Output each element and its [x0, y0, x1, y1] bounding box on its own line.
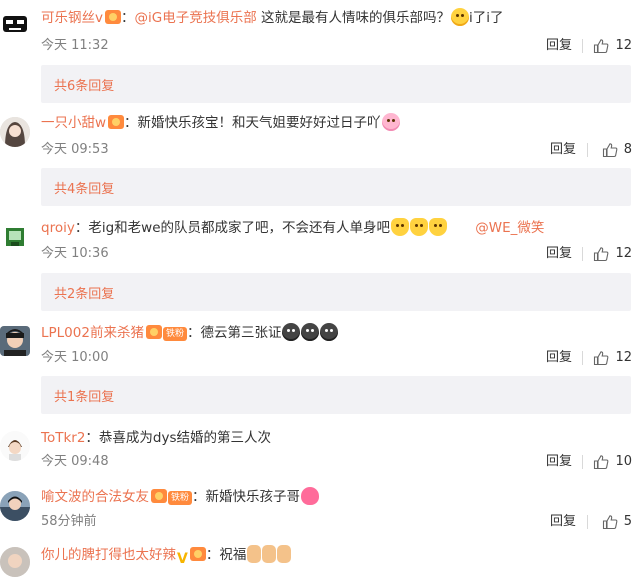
timestamp: 今天 11:32	[41, 38, 109, 53]
comment-text: 祝福	[219, 547, 247, 563]
comment-line: LPL002前来杀猪 铁粉 ：德云第三张证	[41, 323, 339, 343]
vip-badge-icon	[151, 489, 167, 503]
comment-line: 喻文波的合法女友 铁粉 ：新婚快乐孩子哥	[41, 487, 320, 507]
avatar[interactable]	[0, 10, 30, 40]
more-replies-link[interactable]: 共1条回复	[54, 386, 114, 405]
emoji-icon	[282, 323, 301, 341]
like-count: 8	[623, 142, 632, 157]
username[interactable]: 一只小甜w	[41, 115, 106, 131]
mention-link[interactable]: @WE_微笑	[475, 220, 544, 236]
like-count: 10	[615, 454, 632, 469]
more-replies-panel[interactable]: 共2条回复	[41, 273, 631, 311]
comment-text: 恭喜成为dys结婚的第三人次	[98, 430, 272, 446]
like-button[interactable]: 12	[593, 349, 632, 367]
comment-line: 一只小甜w ：新婚快乐孩宝！和天气姐要好好过日子吖	[41, 113, 400, 133]
thumbs-up-icon	[602, 515, 618, 530]
comment-line: ToTkr2：恭喜成为dys结婚的第三人次	[41, 430, 272, 446]
timestamp: 今天 10:00	[41, 350, 109, 365]
like-count: 12	[615, 38, 632, 53]
comment-text: 这就是最有人情味的俱乐部吗？	[261, 10, 451, 26]
comment-line: qroiy：老ig和老we的队员都成家了吧，不会还有人单身吧 @WE_微笑	[41, 218, 545, 236]
more-replies-panel[interactable]: 共4条回复	[41, 168, 631, 206]
hand-emoji-icon	[277, 545, 292, 563]
avatar[interactable]	[0, 431, 30, 461]
comment-text: 新婚快乐孩宝！和天气姐要好好过日子吖	[137, 115, 381, 131]
vip-badge-icon	[108, 115, 125, 129]
fan-badge: 铁粉	[162, 327, 187, 341]
comment-text: 新婚快乐孩子哥	[205, 489, 301, 505]
comment-line: 可乐钢丝v ：@iG电子竞技俱乐部 这就是最有人情味的俱乐部吗？ i了i了	[41, 8, 504, 26]
username[interactable]: 你儿的脾打得也太好辣	[41, 547, 176, 563]
hand-emoji-icon	[262, 545, 277, 563]
thumbs-up-icon	[594, 247, 609, 262]
more-replies-panel[interactable]: 共6条回复	[41, 65, 631, 103]
heart-emoji-icon	[301, 487, 320, 505]
divider	[582, 455, 583, 469]
like-button[interactable]: 5	[602, 513, 632, 531]
username[interactable]: 可乐钢丝v	[41, 10, 103, 26]
comment-text: 德云第三张证	[200, 325, 282, 341]
pig-emoji-icon	[381, 113, 400, 131]
like-button[interactable]: 12	[593, 37, 632, 55]
thumbs-up-icon	[594, 351, 609, 366]
emoji-icon	[301, 323, 320, 341]
more-replies-link[interactable]: 共4条回复	[54, 178, 114, 197]
timestamp: 58分钟前	[41, 514, 97, 529]
comment-text-tail: i了i了	[469, 10, 504, 26]
more-replies-link[interactable]: 共2条回复	[54, 283, 114, 302]
fan-badge: 铁粉	[168, 491, 193, 505]
cat-emoji-icon	[391, 218, 409, 236]
divider	[587, 143, 588, 157]
like-button[interactable]: 10	[593, 453, 632, 471]
hand-emoji-icon	[247, 545, 262, 563]
divider	[582, 247, 583, 261]
avatar[interactable]	[0, 222, 30, 252]
like-button[interactable]: 12	[593, 245, 632, 263]
divider	[587, 515, 588, 529]
timestamp: 今天 10:36	[41, 246, 109, 261]
timestamp: 今天 09:53	[41, 142, 109, 157]
reply-button[interactable]: 回复	[550, 141, 576, 159]
username[interactable]: 喻文波的合法女友	[41, 489, 149, 505]
v-emoji-icon: V	[177, 551, 188, 567]
vip-badge-icon	[105, 10, 121, 24]
reply-button[interactable]: 回复	[546, 453, 572, 471]
reply-button[interactable]: 回复	[546, 245, 572, 263]
more-replies-link[interactable]: 共6条回复	[54, 75, 114, 94]
emoji-icon	[320, 323, 339, 341]
reply-button[interactable]: 回复	[550, 513, 576, 531]
thumbs-up-icon	[602, 143, 618, 158]
cat-emoji-icon	[410, 218, 428, 236]
vip-badge-icon	[145, 325, 162, 339]
mention-link[interactable]: @iG电子竞技俱乐部	[135, 10, 257, 26]
like-count: 12	[615, 246, 632, 261]
thumbs-up-icon	[594, 455, 609, 470]
vip-badge-icon	[189, 547, 206, 561]
username[interactable]: qroiy	[41, 220, 75, 236]
timestamp: 今天 09:48	[41, 454, 109, 469]
username[interactable]: ToTkr2	[41, 430, 85, 446]
like-count: 12	[615, 350, 632, 365]
like-button[interactable]: 8	[602, 141, 632, 159]
divider	[582, 351, 583, 365]
like-count: 5	[623, 514, 632, 529]
thumbs-up-icon	[594, 39, 609, 54]
avatar[interactable]	[0, 491, 30, 521]
avatar[interactable]	[0, 326, 30, 356]
avatar[interactable]	[0, 117, 30, 147]
comment-line: 你儿的脾打得也太好辣V ：祝福	[41, 545, 292, 567]
emoji-icon	[451, 8, 470, 26]
divider	[582, 39, 583, 53]
more-replies-panel[interactable]: 共1条回复	[41, 376, 631, 414]
username[interactable]: LPL002前来杀猪	[41, 325, 144, 341]
cat-emoji-icon	[429, 218, 447, 236]
reply-button[interactable]: 回复	[546, 37, 572, 55]
comment-text: 老ig和老we的队员都成家了吧，不会还有人单身吧	[88, 220, 390, 236]
avatar[interactable]	[0, 547, 30, 577]
reply-button[interactable]: 回复	[546, 349, 572, 367]
